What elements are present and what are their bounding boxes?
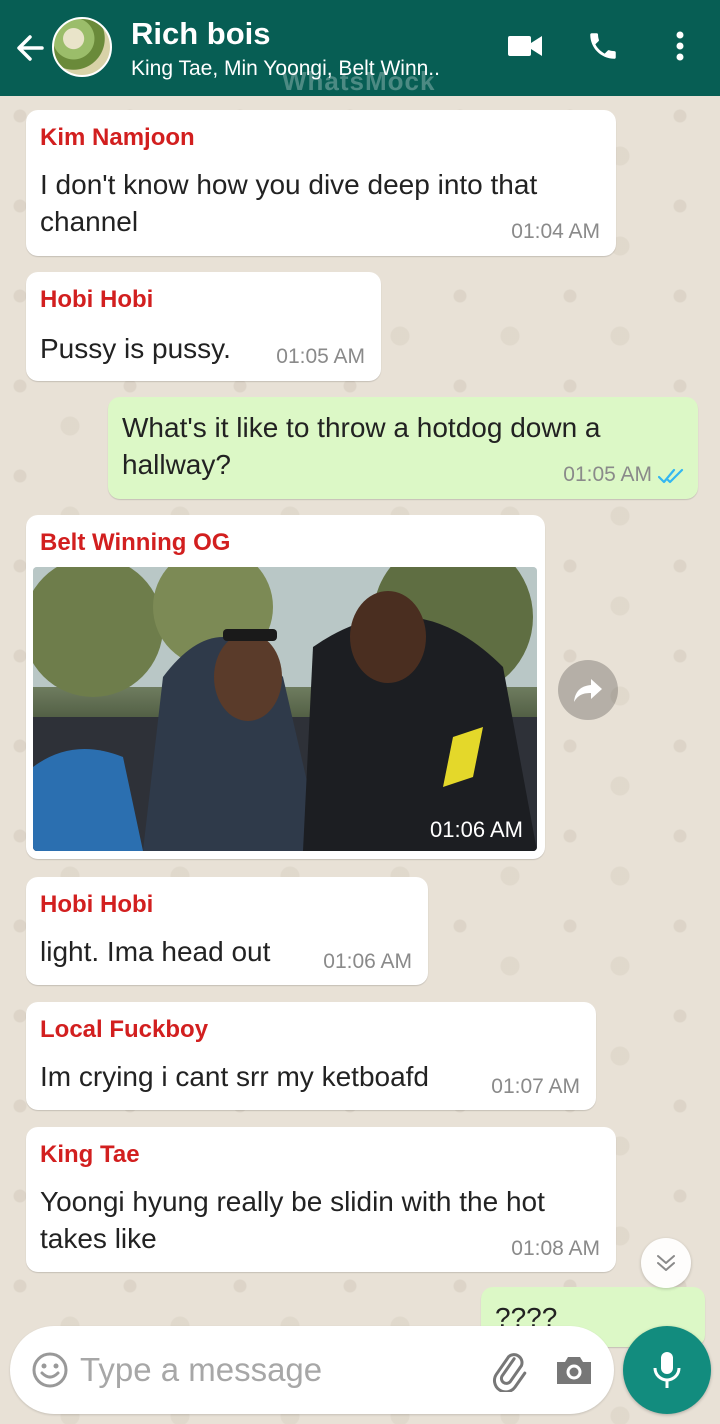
video-frame-image xyxy=(33,567,537,851)
emoji-icon xyxy=(32,1352,68,1388)
message-bubble[interactable]: Hobi Hobi Pussy is pussy. 01:05 AM xyxy=(26,272,381,381)
video-call-button[interactable] xyxy=(505,26,545,66)
message-time: 01:05 AM xyxy=(563,463,652,486)
message-time: 01:08 AM xyxy=(511,1237,600,1260)
video-message-bubble[interactable]: Belt Winning OG 01:06 AM xyxy=(26,515,545,859)
message-text: What's it like to throw a hotdog down a xyxy=(122,412,601,443)
sender-name: Belt Winning OG xyxy=(40,529,231,556)
more-vert-icon xyxy=(676,31,684,61)
message-time: 01:05 AM xyxy=(276,345,365,368)
arrow-left-icon xyxy=(17,35,44,61)
message-input[interactable] xyxy=(80,1342,470,1398)
emoji-button[interactable] xyxy=(30,1350,70,1390)
sender-name: Hobi Hobi xyxy=(40,891,154,918)
message-bubble[interactable]: Hobi Hobi light. Ima head out 01:06 AM xyxy=(26,877,428,985)
paperclip-icon xyxy=(493,1353,527,1394)
more-options-button[interactable] xyxy=(664,26,696,66)
message-time: 01:06 AM xyxy=(323,950,412,973)
phone-icon xyxy=(590,33,616,59)
message-composer xyxy=(10,1326,614,1414)
sender-name: Hobi Hobi xyxy=(40,286,154,313)
chevron-double-down-icon xyxy=(657,1255,675,1271)
camera-button[interactable] xyxy=(552,1348,596,1392)
video-camera-icon xyxy=(508,36,542,56)
forward-button[interactable] xyxy=(558,660,618,720)
message-text: Yoongi hyung really be slidin with the h… xyxy=(40,1186,545,1217)
sender-name: Kim Namjoon xyxy=(40,124,195,151)
chat-header: Rich bois King Tae, Min Yoongi, Belt Win… xyxy=(0,0,720,96)
message-bubble[interactable]: Local Fuckboy Im crying i cant srr my ke… xyxy=(26,1002,596,1110)
scroll-to-bottom-button[interactable] xyxy=(641,1238,691,1288)
message-text: takes like xyxy=(40,1223,157,1254)
group-avatar[interactable] xyxy=(52,17,112,77)
back-button[interactable] xyxy=(12,28,48,68)
message-text: Pussy is pussy. xyxy=(40,333,231,364)
watermark: WhatsMock xyxy=(282,66,436,96)
sender-name: Local Fuckboy xyxy=(40,1016,209,1043)
sender-name: King Tae xyxy=(40,1141,140,1168)
message-text: light. Ima head out xyxy=(40,936,271,967)
message-text: channel xyxy=(40,206,139,237)
voice-record-button[interactable] xyxy=(623,1326,711,1414)
video-thumbnail[interactable]: 01:06 AM xyxy=(33,567,537,851)
read-ticks-icon xyxy=(658,468,684,484)
chat-title[interactable]: Rich bois xyxy=(131,16,271,52)
message-time: 01:04 AM xyxy=(511,220,600,243)
message-text: I don't know how you dive deep into that xyxy=(40,169,538,200)
message-bubble[interactable]: King Tae Yoongi hyung really be slidin w… xyxy=(26,1127,616,1272)
message-text: hallway? xyxy=(122,449,231,480)
message-bubble-outgoing[interactable]: What's it like to throw a hotdog down a … xyxy=(108,397,698,499)
message-text: Im crying i cant srr my ketboafd xyxy=(40,1061,430,1092)
message-bubble[interactable]: Kim Namjoon I don't know how you dive de… xyxy=(26,110,616,256)
forward-icon xyxy=(574,679,602,702)
mic-icon xyxy=(653,1352,681,1388)
voice-call-button[interactable] xyxy=(583,26,623,66)
message-time: 01:07 AM xyxy=(491,1075,580,1098)
video-time: 01:06 AM xyxy=(430,817,523,842)
attach-button[interactable] xyxy=(486,1348,530,1394)
camera-icon xyxy=(557,1357,591,1384)
